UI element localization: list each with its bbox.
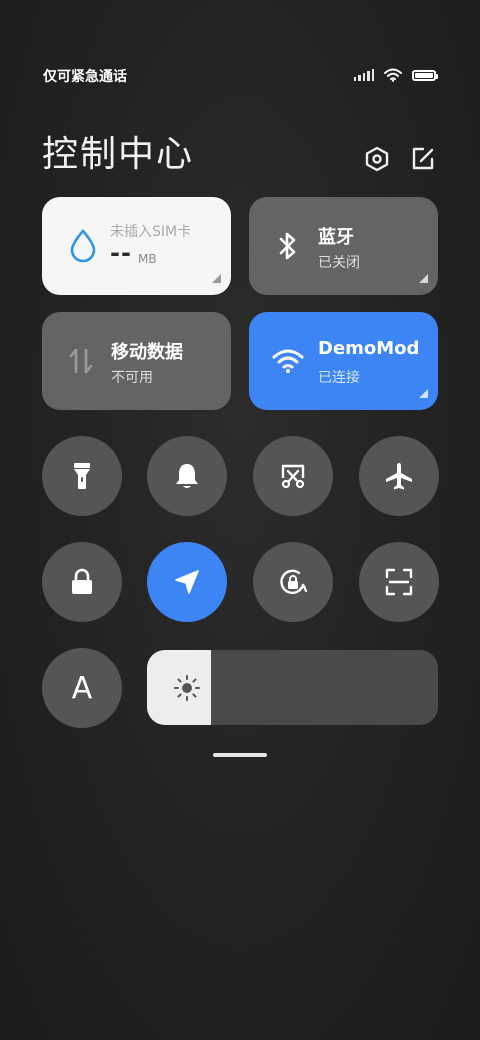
- flashlight-icon: [74, 463, 90, 489]
- wifi-network-name: DemoMod: [318, 338, 420, 359]
- expand-corner-icon: [419, 274, 428, 283]
- wifi-icon: [384, 68, 402, 82]
- battery-icon: [412, 69, 438, 81]
- sun-icon: [174, 675, 200, 701]
- lock-screen-toggle[interactable]: [42, 542, 122, 622]
- data-usage-value: --: [110, 239, 132, 267]
- expand-corner-icon: [419, 389, 428, 398]
- scanner-toggle[interactable]: [359, 542, 439, 622]
- bluetooth-status: 已关闭: [318, 255, 360, 271]
- bluetooth-icon: [271, 227, 305, 265]
- carrier-status-text: 仅可紧急通话: [43, 69, 127, 85]
- wifi-status: 已连接: [318, 370, 360, 386]
- bell-icon: [176, 464, 198, 488]
- scissors-icon: [281, 464, 305, 489]
- home-indicator[interactable]: [213, 753, 267, 757]
- lock-icon: [72, 568, 92, 594]
- rotation-lock-toggle[interactable]: [253, 542, 333, 622]
- page-title: 控制中心: [42, 134, 195, 175]
- brightness-slider[interactable]: [147, 650, 438, 725]
- mobile-data-tile[interactable]: 移动数据 不可用: [42, 312, 231, 410]
- wifi-icon: [271, 342, 305, 380]
- edit-icon[interactable]: [408, 144, 438, 174]
- settings-hexagon-icon[interactable]: [362, 144, 392, 174]
- airplane-icon: [386, 463, 412, 490]
- scan-icon: [385, 568, 413, 596]
- auto-brightness-toggle[interactable]: A: [42, 648, 122, 728]
- sim-status-text: 未插入SIM卡: [110, 224, 192, 240]
- location-arrow-icon: [175, 570, 199, 594]
- status-bar: 仅可紧急通话: [0, 62, 480, 90]
- location-toggle[interactable]: [147, 542, 227, 622]
- data-usage-tile[interactable]: 未插入SIM卡 -- MB: [42, 197, 231, 295]
- silent-toggle[interactable]: [147, 436, 227, 516]
- rotation-lock-icon: [280, 569, 308, 595]
- flashlight-toggle[interactable]: [42, 436, 122, 516]
- bluetooth-tile[interactable]: 蓝牙 已关闭: [249, 197, 438, 295]
- auto-brightness-icon: A: [71, 670, 93, 706]
- water-drop-icon: [66, 227, 100, 265]
- expand-corner-icon: [212, 274, 221, 283]
- wifi-tile[interactable]: DemoMod 已连接: [249, 312, 438, 410]
- airplane-mode-toggle[interactable]: [359, 436, 439, 516]
- screenshot-toggle[interactable]: [253, 436, 333, 516]
- bluetooth-title: 蓝牙: [318, 227, 354, 248]
- mobile-data-title: 移动数据: [111, 342, 183, 363]
- data-usage-unit: MB: [138, 252, 157, 266]
- status-icons: [353, 68, 438, 82]
- data-arrows-icon: [64, 342, 98, 380]
- mobile-data-status: 不可用: [111, 370, 153, 386]
- signal-icon: [353, 69, 374, 81]
